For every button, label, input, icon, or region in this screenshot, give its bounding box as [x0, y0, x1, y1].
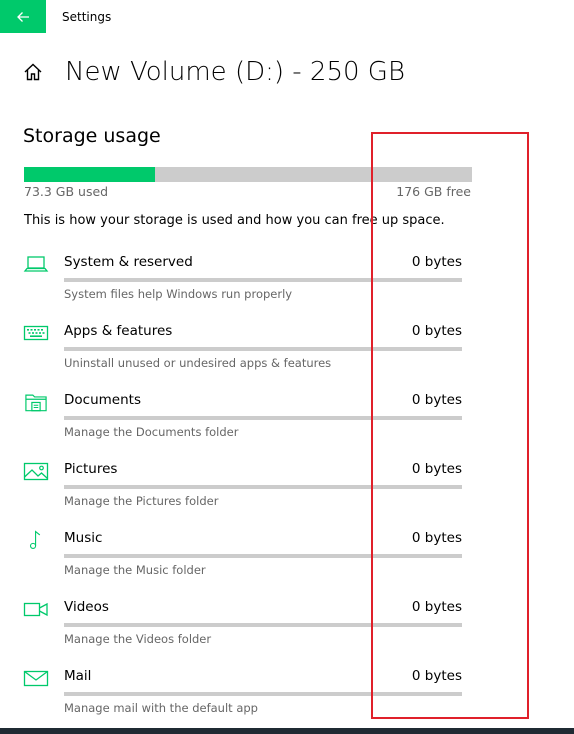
free-space-label: 176 GB free	[396, 184, 471, 199]
category-name: Mail	[64, 668, 92, 684]
category-documents[interactable]: Documents 0 bytes Manage the Documents f…	[0, 391, 574, 453]
category-name: Music	[64, 530, 103, 546]
category-description: Manage the Videos folder	[64, 632, 212, 646]
category-size: 0 bytes	[411, 668, 462, 684]
category-usage-bar	[64, 416, 462, 420]
category-usage-bar	[64, 278, 462, 282]
category-usage-bar	[64, 623, 462, 627]
category-size: 0 bytes	[411, 461, 462, 477]
settings-page: Settings New Volume (D:) - 250 GB Storag…	[0, 0, 574, 734]
category-size: 0 bytes	[411, 254, 462, 270]
category-name: System & reserved	[64, 254, 193, 270]
category-pictures[interactable]: Pictures 0 bytes Manage the Pictures fol…	[0, 460, 574, 522]
back-arrow-icon	[17, 11, 29, 22]
category-description: Manage the Documents folder	[64, 425, 239, 439]
mail-icon	[23, 670, 49, 687]
category-mail[interactable]: Mail 0 bytes Manage mail with the defaul…	[0, 667, 574, 729]
category-name: Documents	[64, 392, 141, 408]
title-bar: Settings	[0, 0, 574, 33]
storage-usage-heading: Storage usage	[23, 125, 161, 147]
category-usage-bar	[64, 554, 462, 558]
category-description: Manage the Pictures folder	[64, 494, 219, 508]
used-space-label: 73.3 GB used	[24, 184, 109, 199]
category-usage-bar	[64, 692, 462, 696]
category-size: 0 bytes	[411, 530, 462, 546]
taskbar-edge	[0, 728, 574, 734]
category-music[interactable]: Music 0 bytes Manage the Music folder	[0, 529, 574, 591]
page-title: New Volume (D:) - 250 GB	[65, 57, 405, 87]
category-description: Uninstall unused or undesired apps & fea…	[64, 356, 332, 370]
category-description: System files help Windows run properly	[64, 287, 293, 301]
category-videos[interactable]: Videos 0 bytes Manage the Videos folder	[0, 598, 574, 660]
category-usage-bar	[64, 347, 462, 351]
documents-folder-icon	[25, 394, 47, 412]
video-camera-icon	[23, 602, 48, 617]
category-name: Videos	[64, 599, 109, 615]
home-icon[interactable]	[23, 62, 43, 82]
storage-description: This is how your storage is used and how…	[24, 213, 445, 228]
category-name: Apps & features	[64, 323, 173, 339]
category-description: Manage the Music folder	[64, 563, 206, 577]
laptop-icon	[23, 256, 49, 272]
category-size: 0 bytes	[411, 392, 462, 408]
music-note-icon	[29, 530, 41, 550]
back-button[interactable]	[0, 0, 46, 33]
storage-usage-bar-fill	[24, 167, 156, 182]
picture-icon	[23, 462, 49, 481]
category-system-reserved[interactable]: System & reserved 0 bytes System files h…	[0, 253, 574, 315]
storage-usage-bar	[24, 167, 472, 182]
category-description: Manage mail with the default app	[64, 701, 258, 715]
app-title: Settings	[62, 10, 112, 24]
category-size: 0 bytes	[411, 599, 462, 615]
category-usage-bar	[64, 485, 462, 489]
category-apps-features[interactable]: Apps & features 0 bytes Uninstall unused…	[0, 322, 574, 384]
keyboard-icon	[23, 325, 49, 341]
category-size: 0 bytes	[411, 323, 462, 339]
category-name: Pictures	[64, 461, 118, 477]
